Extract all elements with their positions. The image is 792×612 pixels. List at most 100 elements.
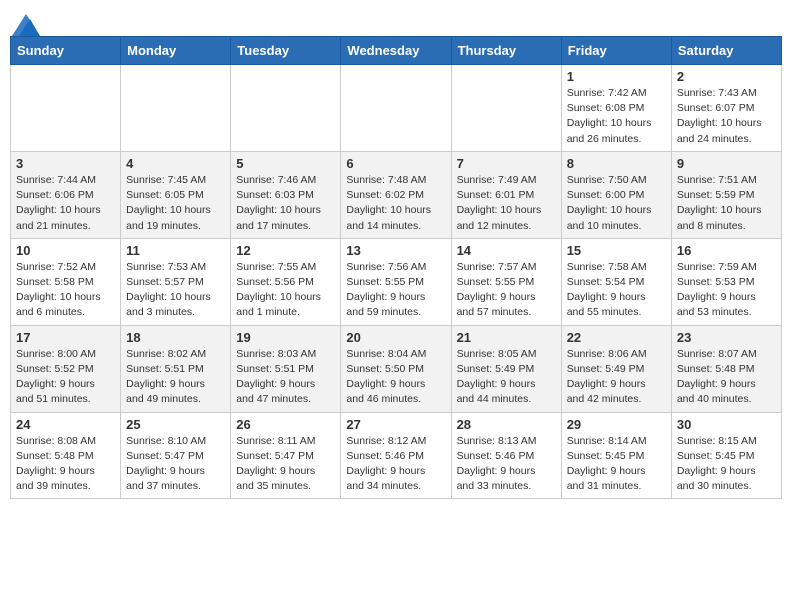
day-number: 26 — [236, 417, 335, 432]
calendar-cell: 10 Sunrise: 7:52 AM Sunset: 5:58 PM Dayli… — [11, 238, 121, 325]
calendar-week-row: 24Sunrise: 8:08 AM Sunset: 5:48 PM Dayli… — [11, 412, 782, 499]
weekday-header: Friday — [561, 37, 671, 65]
calendar-week-row: 1 Sunrise: 7:42 AM Sunset: 6:08 PM Daylig… — [11, 65, 782, 152]
day-number: 10 — [16, 243, 115, 258]
calendar-cell: 30 Sunrise: 8:15 AM Sunset: 5:45 PM Dayli… — [671, 412, 781, 499]
day-info: Sunrise: 8:12 AM Sunset: 5:46 PM Dayligh… — [346, 434, 445, 495]
calendar-cell: 12 Sunrise: 7:55 AM Sunset: 5:56 PM Dayli… — [231, 238, 341, 325]
day-number: 16 — [677, 243, 776, 258]
calendar-cell: 24Sunrise: 8:08 AM Sunset: 5:48 PM Dayli… — [11, 412, 121, 499]
calendar-cell — [231, 65, 341, 152]
day-info: Sunrise: 7:58 AM Sunset: 5:54 PM Dayligh… — [567, 260, 666, 321]
weekday-header: Thursday — [451, 37, 561, 65]
day-number: 23 — [677, 330, 776, 345]
calendar-cell: 27 Sunrise: 8:12 AM Sunset: 5:46 PM Dayli… — [341, 412, 451, 499]
day-info: Sunrise: 8:04 AM Sunset: 5:50 PM Dayligh… — [346, 347, 445, 408]
day-info: Sunrise: 8:10 AM Sunset: 5:47 PM Dayligh… — [126, 434, 225, 495]
day-number: 13 — [346, 243, 445, 258]
day-info: Sunrise: 7:46 AM Sunset: 6:03 PM Dayligh… — [236, 173, 335, 234]
day-number: 2 — [677, 69, 776, 84]
calendar-cell — [341, 65, 451, 152]
day-info: Sunrise: 8:11 AM Sunset: 5:47 PM Dayligh… — [236, 434, 335, 495]
calendar-cell: 3 Sunrise: 7:44 AM Sunset: 6:06 PM Daylig… — [11, 151, 121, 238]
calendar-cell: 21Sunrise: 8:05 AM Sunset: 5:49 PM Dayli… — [451, 325, 561, 412]
day-number: 8 — [567, 156, 666, 171]
day-info: Sunrise: 8:00 AM Sunset: 5:52 PM Dayligh… — [16, 347, 115, 408]
day-info: Sunrise: 7:52 AM Sunset: 5:58 PM Dayligh… — [16, 260, 115, 321]
day-info: Sunrise: 7:49 AM Sunset: 6:01 PM Dayligh… — [457, 173, 556, 234]
calendar-cell: 5Sunrise: 7:46 AM Sunset: 6:03 PM Daylig… — [231, 151, 341, 238]
day-info: Sunrise: 7:57 AM Sunset: 5:55 PM Dayligh… — [457, 260, 556, 321]
day-info: Sunrise: 8:06 AM Sunset: 5:49 PM Dayligh… — [567, 347, 666, 408]
calendar-table: SundayMondayTuesdayWednesdayThursdayFrid… — [10, 36, 782, 499]
day-number: 19 — [236, 330, 335, 345]
calendar-cell: 4 Sunrise: 7:45 AM Sunset: 6:05 PM Daylig… — [121, 151, 231, 238]
day-number: 30 — [677, 417, 776, 432]
calendar-cell: 22 Sunrise: 8:06 AM Sunset: 5:49 PM Dayli… — [561, 325, 671, 412]
weekday-header: Monday — [121, 37, 231, 65]
calendar-cell — [11, 65, 121, 152]
calendar-week-row: 3 Sunrise: 7:44 AM Sunset: 6:06 PM Daylig… — [11, 151, 782, 238]
day-info: Sunrise: 8:02 AM Sunset: 5:51 PM Dayligh… — [126, 347, 225, 408]
day-number: 18 — [126, 330, 225, 345]
day-number: 14 — [457, 243, 556, 258]
day-number: 12 — [236, 243, 335, 258]
day-info: Sunrise: 7:44 AM Sunset: 6:06 PM Dayligh… — [16, 173, 115, 234]
weekday-header: Sunday — [11, 37, 121, 65]
day-number: 22 — [567, 330, 666, 345]
day-info: Sunrise: 7:53 AM Sunset: 5:57 PM Dayligh… — [126, 260, 225, 321]
day-info: Sunrise: 7:42 AM Sunset: 6:08 PM Dayligh… — [567, 86, 666, 147]
day-number: 6 — [346, 156, 445, 171]
calendar-cell: 14 Sunrise: 7:57 AM Sunset: 5:55 PM Dayli… — [451, 238, 561, 325]
day-number: 11 — [126, 243, 225, 258]
day-info: Sunrise: 8:07 AM Sunset: 5:48 PM Dayligh… — [677, 347, 776, 408]
day-info: Sunrise: 7:56 AM Sunset: 5:55 PM Dayligh… — [346, 260, 445, 321]
calendar-cell: 26 Sunrise: 8:11 AM Sunset: 5:47 PM Dayli… — [231, 412, 341, 499]
calendar-cell: 15 Sunrise: 7:58 AM Sunset: 5:54 PM Dayli… — [561, 238, 671, 325]
day-number: 7 — [457, 156, 556, 171]
calendar-cell: 2 Sunrise: 7:43 AM Sunset: 6:07 PM Daylig… — [671, 65, 781, 152]
day-number: 4 — [126, 156, 225, 171]
day-info: Sunrise: 8:13 AM Sunset: 5:46 PM Dayligh… — [457, 434, 556, 495]
weekday-header: Saturday — [671, 37, 781, 65]
day-number: 3 — [16, 156, 115, 171]
day-number: 9 — [677, 156, 776, 171]
calendar-cell: 9 Sunrise: 7:51 AM Sunset: 5:59 PM Daylig… — [671, 151, 781, 238]
day-number: 28 — [457, 417, 556, 432]
calendar-cell: 17Sunrise: 8:00 AM Sunset: 5:52 PM Dayli… — [11, 325, 121, 412]
day-number: 29 — [567, 417, 666, 432]
day-info: Sunrise: 8:03 AM Sunset: 5:51 PM Dayligh… — [236, 347, 335, 408]
calendar-cell: 6Sunrise: 7:48 AM Sunset: 6:02 PM Daylig… — [341, 151, 451, 238]
calendar-cell: 19 Sunrise: 8:03 AM Sunset: 5:51 PM Dayli… — [231, 325, 341, 412]
calendar-week-row: 10 Sunrise: 7:52 AM Sunset: 5:58 PM Dayli… — [11, 238, 782, 325]
weekday-header: Tuesday — [231, 37, 341, 65]
day-info: Sunrise: 7:45 AM Sunset: 6:05 PM Dayligh… — [126, 173, 225, 234]
calendar-cell: 13 Sunrise: 7:56 AM Sunset: 5:55 PM Dayli… — [341, 238, 451, 325]
day-info: Sunrise: 7:55 AM Sunset: 5:56 PM Dayligh… — [236, 260, 335, 321]
calendar-cell: 7 Sunrise: 7:49 AM Sunset: 6:01 PM Daylig… — [451, 151, 561, 238]
day-info: Sunrise: 8:05 AM Sunset: 5:49 PM Dayligh… — [457, 347, 556, 408]
calendar-cell: 29Sunrise: 8:14 AM Sunset: 5:45 PM Dayli… — [561, 412, 671, 499]
day-number: 27 — [346, 417, 445, 432]
calendar-cell: 25 Sunrise: 8:10 AM Sunset: 5:47 PM Dayli… — [121, 412, 231, 499]
calendar-cell — [451, 65, 561, 152]
day-info: Sunrise: 7:50 AM Sunset: 6:00 PM Dayligh… — [567, 173, 666, 234]
day-info: Sunrise: 7:51 AM Sunset: 5:59 PM Dayligh… — [677, 173, 776, 234]
day-number: 1 — [567, 69, 666, 84]
day-number: 25 — [126, 417, 225, 432]
calendar-header-row: SundayMondayTuesdayWednesdayThursdayFrid… — [11, 37, 782, 65]
day-number: 20 — [346, 330, 445, 345]
page-header — [10, 10, 782, 30]
day-number: 15 — [567, 243, 666, 258]
calendar-cell: 20 Sunrise: 8:04 AM Sunset: 5:50 PM Dayli… — [341, 325, 451, 412]
logo — [10, 10, 40, 30]
day-info: Sunrise: 7:59 AM Sunset: 5:53 PM Dayligh… — [677, 260, 776, 321]
day-info: Sunrise: 7:43 AM Sunset: 6:07 PM Dayligh… — [677, 86, 776, 147]
calendar-cell: 1 Sunrise: 7:42 AM Sunset: 6:08 PM Daylig… — [561, 65, 671, 152]
calendar-cell: 23 Sunrise: 8:07 AM Sunset: 5:48 PM Dayli… — [671, 325, 781, 412]
weekday-header: Wednesday — [341, 37, 451, 65]
logo-icon — [12, 14, 40, 36]
calendar-cell — [121, 65, 231, 152]
calendar-cell: 11 Sunrise: 7:53 AM Sunset: 5:57 PM Dayli… — [121, 238, 231, 325]
day-info: Sunrise: 8:15 AM Sunset: 5:45 PM Dayligh… — [677, 434, 776, 495]
